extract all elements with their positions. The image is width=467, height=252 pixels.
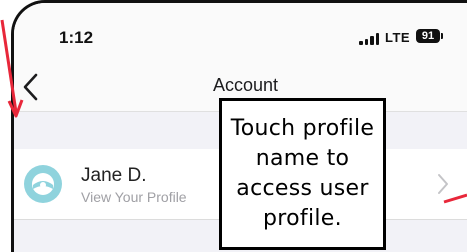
battery-tip [441, 33, 443, 39]
status-time: 1:12 [59, 28, 94, 47]
chevron-right-icon[interactable] [437, 173, 449, 195]
annotation-callout: Touch profile name to access user profil… [219, 98, 386, 250]
page-title: Account [212, 75, 279, 95]
signal-bars-icon [359, 32, 381, 45]
status-bar: 1:12 LTE 91 [14, 3, 467, 65]
annotation-text: Touch profile name to access user profil… [230, 116, 375, 231]
network-type: LTE [385, 30, 411, 45]
avatar-icon [24, 165, 62, 203]
profile-name[interactable]: Jane D. [81, 165, 146, 187]
view-profile-link[interactable]: View Your Profile [81, 189, 187, 205]
battery-icon: 91 [416, 29, 440, 43]
